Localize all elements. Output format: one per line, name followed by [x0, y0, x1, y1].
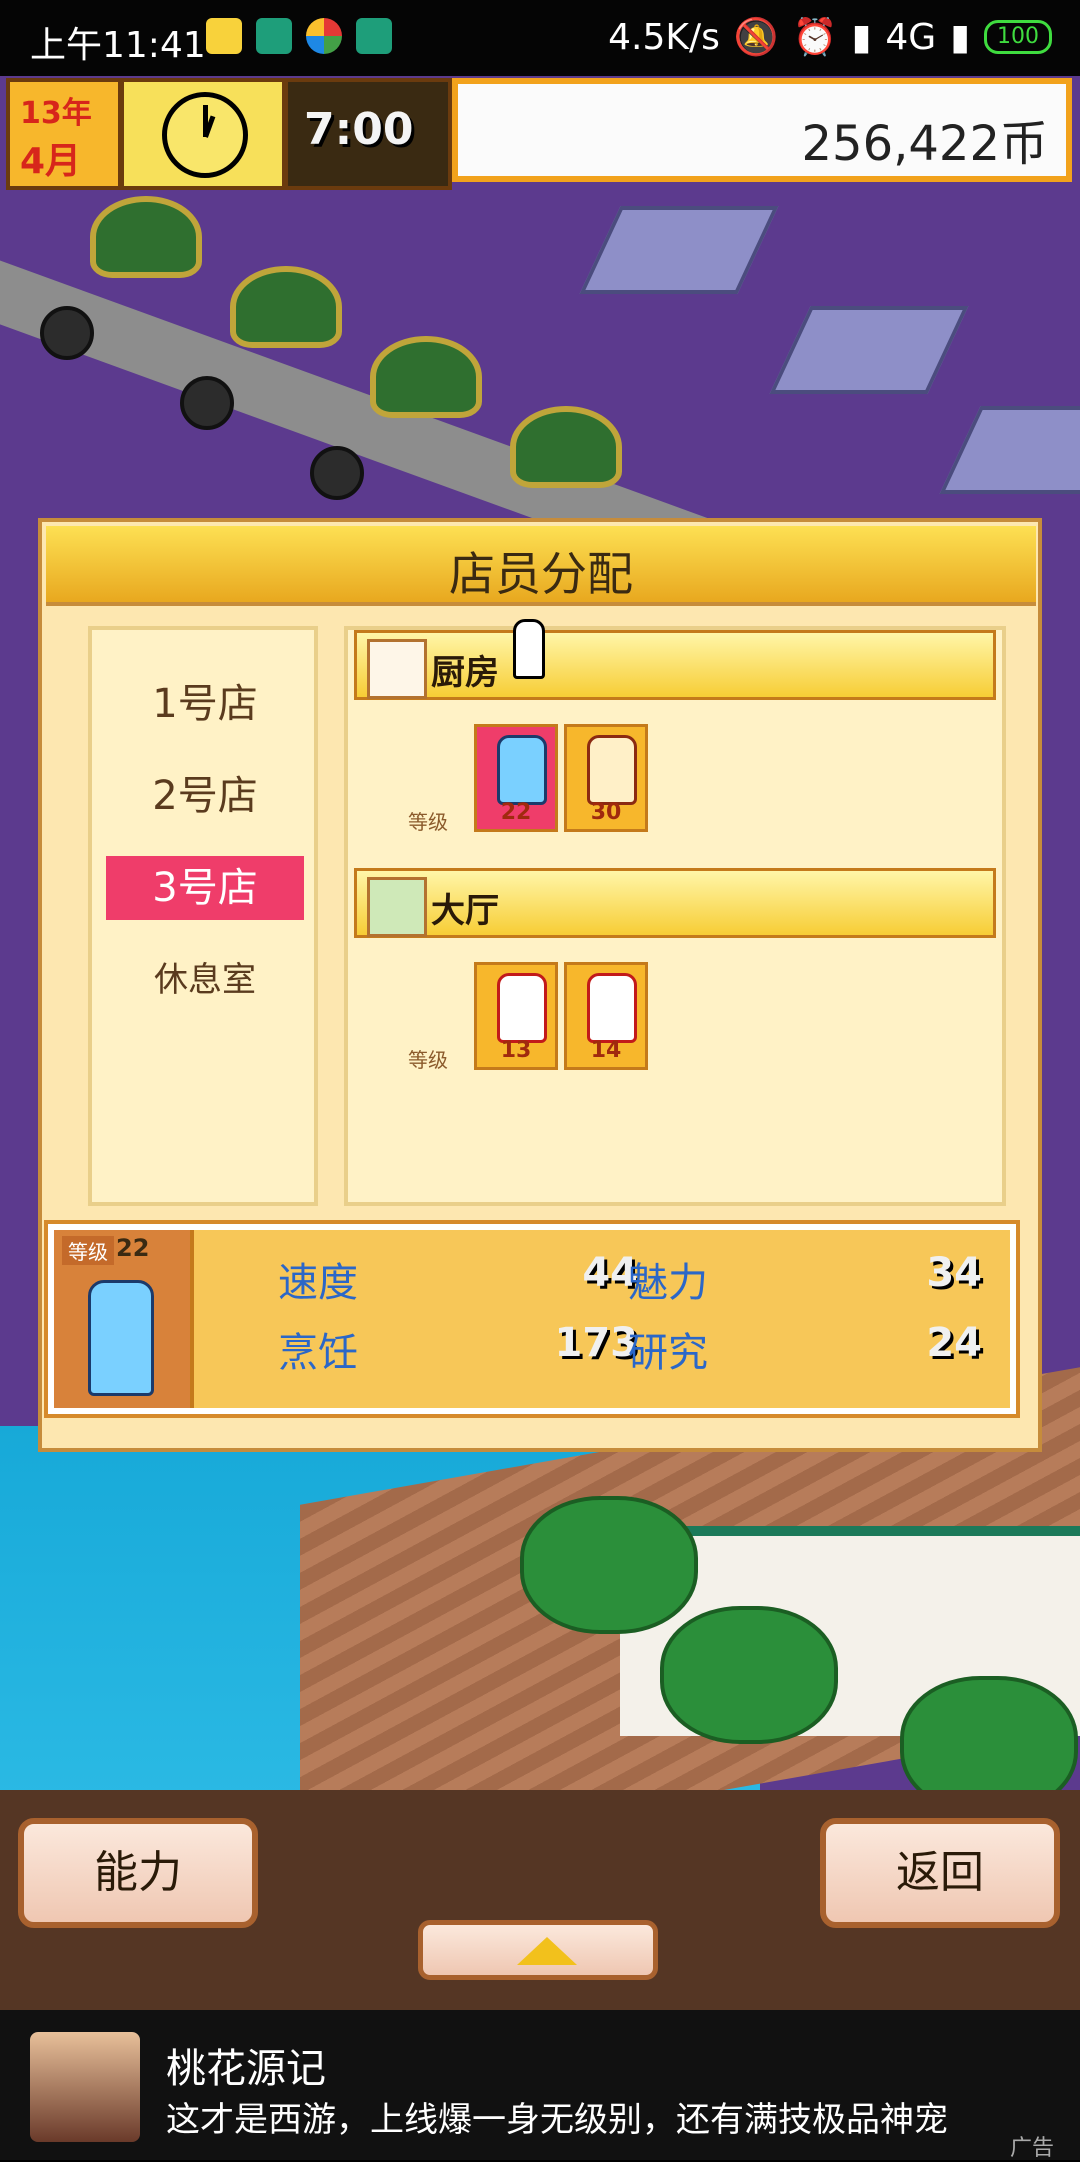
plant-decoration — [370, 336, 482, 418]
mute-icon: 🔕 — [733, 17, 779, 58]
ad-banner[interactable]: 桃花源记 这才是西游，上线爆一身无级别，还有满技极品神宠 广告 — [0, 2010, 1080, 2161]
staff-card[interactable]: 30 — [564, 724, 648, 832]
selected-staff-stats: 等级 22 速度 44 魅力 34 烹饪 173 研究 24 — [44, 1220, 1020, 1418]
store-app-icon — [356, 18, 392, 54]
dialog-title: 店员分配 — [449, 547, 633, 601]
year-label: 13年 — [20, 96, 92, 131]
expand-button[interactable] — [418, 1920, 658, 1980]
section-hall-label: 大厅 — [431, 891, 499, 931]
net-speed: 4.5K/s — [608, 16, 720, 58]
level-tag: 等级 — [62, 1236, 114, 1265]
level-tag: 等级 — [408, 810, 448, 834]
shop-list: 1号店 2号店 3号店 休息室 — [88, 626, 318, 1206]
status-bar: 上午11:41 4.5K/s 🔕 ⏰ ▮ 4G ▮ 100 — [0, 0, 1080, 76]
star-app-icon — [206, 18, 242, 54]
chef-avatar — [497, 735, 547, 805]
stat-speed-label: 速度 — [278, 1260, 358, 1306]
staff-portrait: 等级 22 — [54, 1230, 194, 1408]
stat-charm-label: 魅力 — [628, 1260, 708, 1306]
section-kitchen-label: 厨房 — [431, 653, 499, 693]
network-type: 4G — [885, 16, 937, 58]
tree — [520, 1496, 698, 1634]
time-value: 7:00 — [304, 104, 414, 155]
browser-app-icon — [306, 18, 342, 54]
section-kitchen[interactable]: 厨房 — [354, 619, 996, 700]
ability-button[interactable]: 能力 — [18, 1818, 258, 1928]
kitchen-icon — [367, 639, 427, 699]
staff-level: 22 — [500, 800, 532, 825]
status-time: 上午11:41 — [30, 25, 206, 66]
staff-level: 13 — [500, 1038, 532, 1063]
pointer-hand-icon — [513, 619, 545, 679]
table — [769, 306, 969, 394]
section-hall[interactable]: 大厅 — [354, 868, 996, 938]
opera-staff-avatar — [497, 973, 547, 1043]
plant-decoration — [510, 406, 622, 488]
notepad-icon — [367, 877, 427, 937]
shop-item-2[interactable]: 2号店 — [106, 764, 304, 828]
stool — [40, 306, 94, 360]
staff-panel: 厨房 等级 22 30 大厅 等级 13 14 — [344, 619, 1006, 1206]
plant-decoration — [90, 196, 202, 278]
month-label: 4月 — [20, 141, 82, 182]
chef-avatar — [88, 1280, 154, 1396]
ad-label: 广告 — [1010, 2136, 1055, 2161]
stat-research-value: 24 — [926, 1320, 982, 1366]
staff-level: 22 — [116, 1234, 150, 1262]
ad-app-icon[interactable] — [30, 2032, 140, 2142]
alarm-icon: ⏰ — [792, 17, 838, 58]
staff-card[interactable]: 13 — [474, 962, 558, 1070]
date-display: 13年 4月 — [6, 78, 122, 190]
staff-level: 14 — [590, 1038, 622, 1063]
battery-icon: 100 — [984, 20, 1052, 54]
arrow-up-icon — [517, 1937, 577, 1965]
tree — [660, 1606, 838, 1744]
stat-charm-value: 34 — [926, 1250, 982, 1296]
stat-cooking-value: 173 — [554, 1320, 639, 1366]
stat-cooking-label: 烹饪 — [278, 1330, 358, 1376]
opera-staff-avatar — [587, 973, 637, 1043]
ad-description[interactable]: 这才是西游，上线爆一身无级别，还有满技极品神宠 — [166, 2092, 948, 2141]
table — [939, 406, 1080, 494]
bank-app-icon — [256, 18, 292, 54]
plant-decoration — [230, 266, 342, 348]
staff-card[interactable]: 14 — [564, 962, 648, 1070]
signal-icon: ▮ — [851, 16, 872, 58]
staff-level: 30 — [590, 800, 622, 825]
stool — [310, 446, 364, 500]
shop-item-3[interactable]: 3号店 — [106, 856, 304, 920]
back-button[interactable]: 返回 — [820, 1818, 1060, 1928]
table — [579, 206, 779, 294]
shop-item-1[interactable]: 1号店 — [106, 672, 304, 736]
money-display: 256,422币 — [452, 78, 1072, 182]
time-display: 7:00 — [284, 78, 452, 190]
clock-display — [120, 78, 286, 190]
status-right: 4.5K/s 🔕 ⏰ ▮ 4G ▮ 100 — [608, 16, 1052, 58]
tree — [900, 1676, 1078, 1790]
dialog-title-bar: 店员分配 — [46, 526, 1036, 606]
clock-icon — [162, 92, 248, 178]
staff-avatar — [587, 735, 637, 805]
signal-icon-2: ▮ — [950, 16, 970, 58]
stat-research-label: 研究 — [628, 1330, 708, 1376]
stool — [180, 376, 234, 430]
staff-card[interactable]: 22 — [474, 724, 558, 832]
ad-title[interactable]: 桃花源记 — [166, 2036, 326, 2094]
shop-item-breakroom[interactable]: 休息室 — [106, 948, 304, 1012]
money-value: 256,422币 — [801, 116, 1049, 172]
level-tag: 等级 — [408, 1048, 448, 1072]
stat-speed-value: 44 — [582, 1250, 638, 1296]
